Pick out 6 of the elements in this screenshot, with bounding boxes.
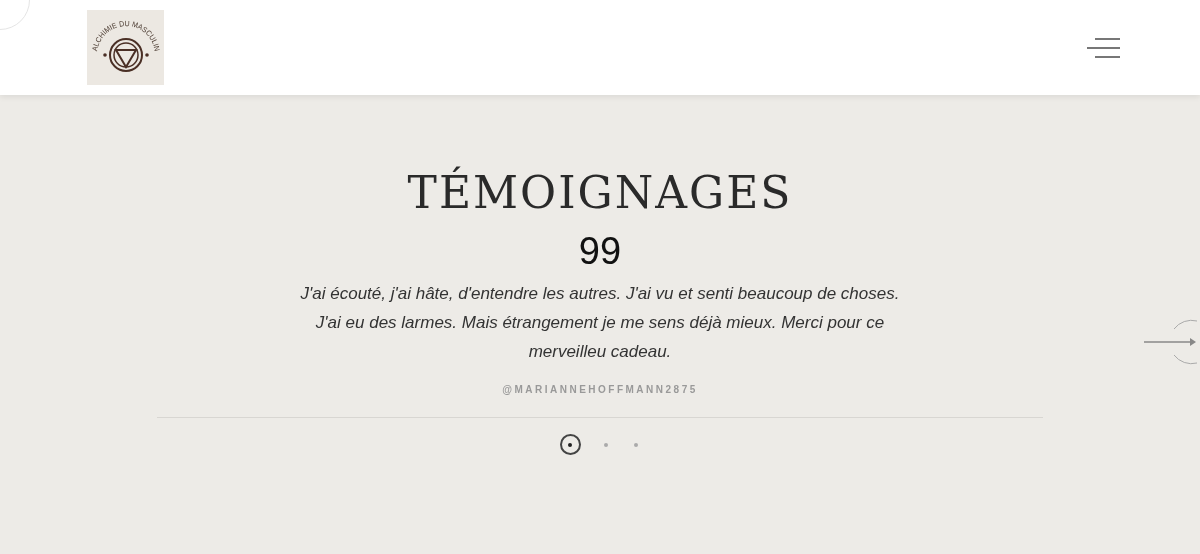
section-title: TÉMOIGNAGES <box>407 167 793 219</box>
next-arrow-icon[interactable] <box>1142 317 1200 367</box>
quote-mark: 99 <box>578 229 622 273</box>
testimonial-author: @MARIANNEHOFFMANN2875 <box>502 383 698 397</box>
menu-icon[interactable] <box>1086 37 1120 58</box>
testimonial-quote: J'ai écouté, j'ai hâte, d'entendre les autres. J'ai vu et senti beaucoup de choses. J'ai eu des larmes. Mais étrangement je me sens déjà mieux. Merci pour ce merveilleu cadeau. <box>300 283 900 363</box>
